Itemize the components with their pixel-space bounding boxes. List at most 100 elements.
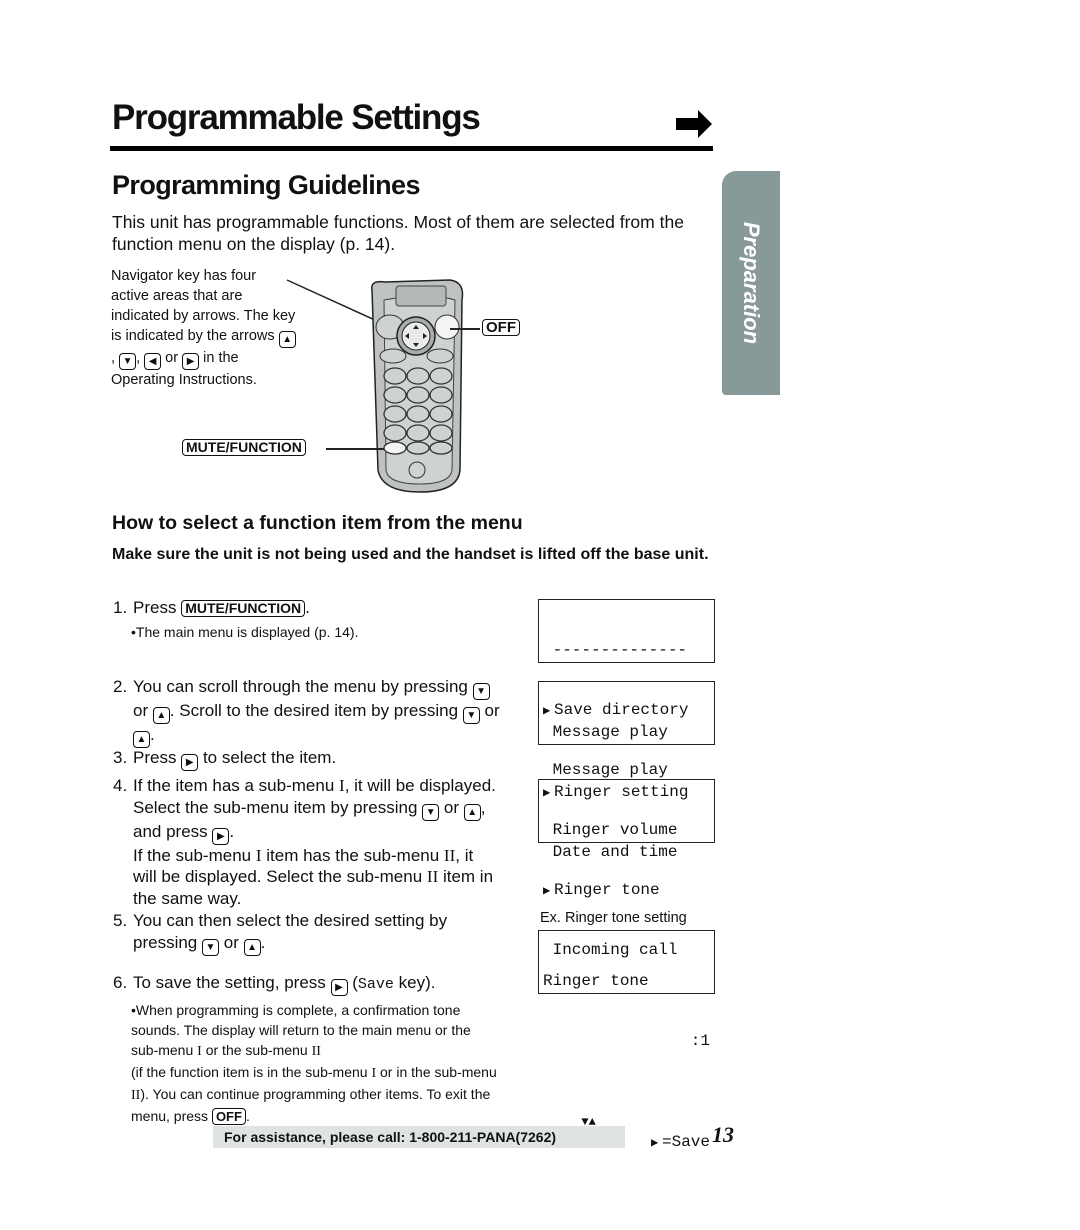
period: . [305,598,310,617]
save-hint: ▶ =Save [651,1132,710,1153]
lcd-line: Ringer volume [543,820,710,840]
lcd-line-text: Ringer tone [554,881,660,899]
down-key-icon: ▼ [472,683,490,700]
lcd-display-ringer-tone: Ringer tone :1 ▼▲ ▶ =Save [538,930,715,1151]
right-key-icon: ▶ [330,979,348,996]
handset-illustration [286,279,464,493]
off-pointer-line [450,328,480,330]
title-rule [110,146,713,151]
page-number: 13 [712,1122,734,1147]
down-key-icon: ▼ [202,938,219,956]
or-text: or [223,932,239,952]
roman-numeral: I [255,845,262,865]
step-text-e: If the sub-menu [133,845,252,865]
step-text-b: to select the item. [202,748,337,767]
step-text: You can scroll through the menu by press… [133,676,508,748]
section-heading: Programming Guidelines [112,170,420,200]
step-text-b: key). [398,973,436,992]
period: . [245,1108,250,1124]
right-key-icon: ▶ [212,827,230,845]
howto-note: Make sure the unit is not being used and… [112,546,709,563]
lcd-line-nav: ▼▲ ▶ =Save [543,1091,710,1151]
step-text: To save the setting, press ▶ (Save key). [133,972,513,996]
step-number: 1. [113,598,128,617]
step-text-a: You can then select the desired setting … [133,911,448,952]
mute-function-key-label: MUTE/FUNCTION [181,600,306,617]
step-text-a: If the item has a sub-menu [133,776,335,795]
lcd-line-selected: ▶ Ringer tone [543,880,710,900]
sub-text: ). You can continue programming other it… [131,1086,491,1124]
lcd-display-main-menu: -------------- ▶ Save directory Message p… [538,599,715,779]
lcd-line-text: -------------- [543,641,688,659]
period: . [229,821,235,841]
roman-numeral: II [311,1044,321,1059]
intro-paragraph: This unit has programmable functions. Mo… [112,212,684,254]
down-key-icon: ▼ [119,353,137,370]
step-text-a: You can scroll through the menu by press… [133,677,468,696]
step-text: Press MUTE/FUNCTION. [133,597,513,619]
up-key-icon: ▲ [152,707,170,724]
or-text: or [133,701,149,720]
side-tab-preparation: Preparation [722,171,780,395]
navigator-note: Navigator key has four active areas that… [111,266,296,390]
comma: , [136,350,141,366]
step-text: You can then select the desired setting … [133,910,498,956]
period: . [260,932,266,952]
sub-text: or the sub-menu [205,1042,308,1058]
step-text: If the item has a sub-menu I, it will be… [133,775,498,909]
up-key-icon: ▲ [133,731,150,748]
step-6-sub: •When programming is complete, a confirm… [131,1000,501,1126]
step-text-b: . Scroll to the desired item by pressing [169,701,459,720]
side-tab-label: Preparation [739,221,764,345]
mute-function-key [383,441,407,455]
roman-numeral: II [426,867,439,886]
step-text-f: item has the sub-menu [266,845,440,865]
example-caption: Ex. Ringer tone setting [540,910,687,926]
lcd-line: Message play [543,722,710,742]
mute-function-key-label: MUTE/FUNCTION [182,439,306,456]
step-number: 5. [113,911,128,930]
up-key-icon: ▲ [243,938,261,956]
navigator-note-text: Navigator key has four active areas that… [111,268,296,344]
or-text: or [443,797,460,817]
right-triangle-icon: ▶ [650,1136,659,1150]
lcd-display-ringer-submenu: Ringer volume ▶ Ringer tone Incoming call [538,779,715,959]
keypad [383,367,453,455]
period: . [150,725,155,744]
lcd-display-ringer-setting: Message play ▶ Ringer setting Date and ti… [538,681,715,861]
sub-text: or in the sub-menu [380,1064,497,1080]
right-key-icon: ▶ [182,353,200,370]
step-text-a: To save the setting, press [133,973,326,992]
step-text-a: Press [133,748,177,767]
lcd-line-value: :1 [690,1032,710,1050]
right-key-icon: ▶ [181,754,199,771]
step-1: 1. Press MUTE/FUNCTION. •The main menu i… [113,597,513,642]
down-key-icon: ▼ [462,707,480,724]
step-3: 3. Press ▶ to select the item. [113,747,508,771]
howto-heading: How to select a function item from the m… [112,512,523,534]
roman-numeral: I [197,1044,202,1059]
sub-text: (if the function item is in the sub-menu [131,1064,368,1080]
cursor-triangle-icon: ▶ [543,884,551,898]
or-text: or [484,701,500,720]
down-key-icon: ▼ [422,803,440,821]
right-arrow-icon [676,110,712,138]
roman-numeral: II [443,845,456,865]
lcd-line: -------------- [543,640,710,660]
step-1-sub: •The main menu is displayed (p. 14). [131,623,359,640]
step-number: 6. [113,973,128,992]
save-key-name: Save [357,976,394,993]
step-4: 4. If the item has a sub-menu I, it will… [113,775,498,909]
lcd-line-text: Ringer volume [543,821,678,839]
mute-pointer-line [326,448,384,450]
lcd-line-text: Ringer tone [543,972,649,990]
roman-numeral: I [371,1066,377,1081]
handset-display [395,285,447,307]
up-key-icon: ▲ [463,803,481,821]
save-hint-text: =Save [661,1133,710,1151]
step-number: 3. [113,748,128,767]
page-title: Programmable Settings [112,98,481,137]
step-text: Press ▶ to select the item. [133,747,508,771]
step-number: 4. [113,776,128,795]
step-text-a: Press [133,598,177,617]
